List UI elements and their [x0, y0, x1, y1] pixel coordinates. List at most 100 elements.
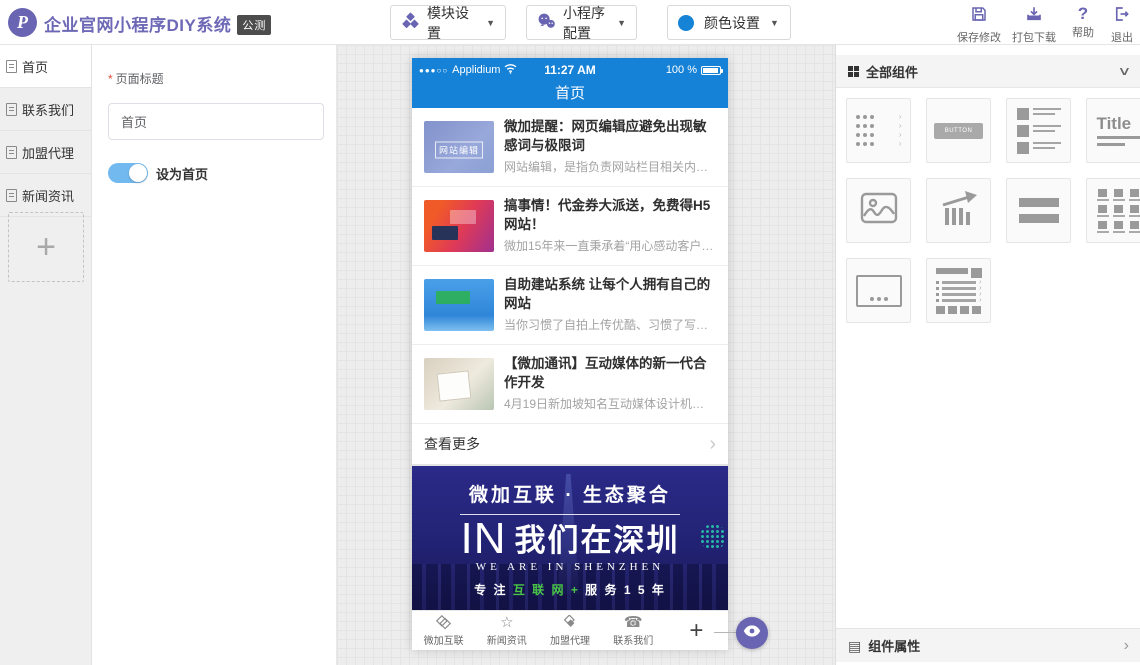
tab-label: 新闻资讯: [487, 632, 527, 647]
promo-banner[interactable]: 微加互联 · 生态聚合 IN 我们在深圳 WE ARE IN SHENZHEN …: [412, 466, 728, 610]
phone-tabbar: 微加互联 ☆ 新闻资讯 加盟代理 ☎ 联系我们 +: [412, 610, 728, 650]
preview-eye-button[interactable]: [736, 617, 768, 649]
save-label: 保存修改: [957, 29, 1001, 45]
app-logo: P: [8, 8, 37, 37]
download-button[interactable]: 打包下载: [1008, 5, 1060, 45]
banner-headline: 微加互联 · 生态聚合: [412, 480, 728, 507]
component-properties-bar[interactable]: ▤ 组件属性 ›: [836, 628, 1140, 662]
tab-news[interactable]: ☆ 新闻资讯: [475, 611, 538, 650]
component-properties-label: 组件属性: [868, 636, 920, 655]
miniprogram-config-dropdown[interactable]: 小程序配置 ▼: [526, 5, 637, 40]
sidebar-item-agency[interactable]: 加盟代理: [0, 131, 91, 174]
battery-icon: [701, 66, 721, 75]
component-card-image[interactable]: [846, 178, 911, 243]
banner-tagline-suffix: 服 务 1 5 年: [580, 583, 666, 597]
news-title: 【微加通讯】互动媒体的新一代合作开发: [504, 354, 716, 392]
banner-tagline: 专 注 互 联 网 + 服 务 1 5 年: [412, 581, 728, 598]
component-card-list[interactable]: › › › ›: [846, 98, 911, 163]
tab-contact[interactable]: ☎ 联系我们: [602, 611, 665, 650]
download-label: 打包下载: [1012, 29, 1056, 45]
phone-icon: ☎: [624, 614, 643, 631]
color-circle-icon: [678, 15, 694, 31]
title-text-component-icon: Title: [1097, 116, 1140, 146]
top-header: P 企业官网小程序DIY系统公测 模块设置 ▼ 小程序配置 ▼ 颜色设置 ▼ 保…: [0, 0, 1140, 45]
chevron-down-icon: ▼: [486, 18, 495, 28]
sidebar-item-news[interactable]: 新闻资讯: [0, 174, 91, 217]
component-card-rich-list[interactable]: › › › ›: [926, 258, 991, 323]
view-more-link[interactable]: 查看更多 ›: [412, 424, 728, 464]
required-mark: *: [108, 72, 113, 86]
carousel-component-icon: [856, 275, 902, 307]
page-title-input[interactable]: [108, 103, 324, 140]
news-thumbnail: 网站编辑: [424, 121, 494, 173]
banner-in-text: IN: [461, 519, 507, 559]
beta-badge: 公测: [237, 15, 271, 35]
page-icon: [6, 103, 17, 116]
tab-add-button[interactable]: +: [665, 611, 728, 650]
page-sidebar: 首页 联系我们 加盟代理 新闻资讯 +: [0, 45, 92, 665]
download-icon: [1025, 5, 1043, 28]
wechat-miniprogram-icon: [537, 12, 556, 34]
tab-label: 微加互联: [424, 632, 464, 647]
news-item[interactable]: 【微加通讯】互动媒体的新一代合作开发 4月19日新加坡知名互动媒体设计机构Pin…: [412, 345, 728, 424]
set-home-toggle[interactable]: [108, 163, 148, 183]
chevron-down-icon: ▼: [617, 18, 626, 28]
battery-percent-label: 100 %: [666, 64, 697, 76]
news-item[interactable]: 网站编辑 微加提醒：网页编辑应避免出现敏感词与极限词 网站编辑，是指负责网站栏目…: [412, 108, 728, 187]
news-thumbnail: [424, 358, 494, 410]
component-card-grid-nine[interactable]: [1086, 178, 1140, 243]
tab-weijia[interactable]: 微加互联: [412, 611, 475, 650]
sidebar-item-contact[interactable]: 联系我们: [0, 88, 91, 131]
dotted-circle-decoration: [700, 524, 726, 550]
component-card-carousel[interactable]: [846, 258, 911, 323]
component-card-button[interactable]: BUTTON: [926, 98, 991, 163]
plus-icon: +: [689, 617, 703, 645]
module-settings-dropdown[interactable]: 模块设置 ▼: [390, 5, 506, 40]
news-summary: 网站编辑，是指负责网站栏目相关内容的...: [504, 158, 716, 175]
add-page-button[interactable]: +: [8, 212, 84, 282]
app-title-text: 企业官网小程序DIY系统: [44, 16, 231, 35]
page-title-label: *页面标题: [108, 70, 164, 87]
tab-label: 加盟代理: [550, 632, 590, 647]
eye-icon: [743, 624, 761, 643]
tab-agency[interactable]: 加盟代理: [538, 611, 601, 650]
page-icon: [6, 146, 17, 159]
banner-bars-component-icon: [1019, 198, 1059, 223]
color-settings-dropdown[interactable]: 颜色设置 ▼: [667, 5, 791, 40]
components-panel-title: 全部组件: [866, 62, 918, 81]
help-button[interactable]: ? 帮助: [1062, 5, 1104, 40]
thumbnail-caption: 网站编辑: [435, 141, 483, 158]
app-logo-letter: P: [17, 12, 28, 33]
page-settings-panel: *页面标题 设为首页: [92, 45, 337, 665]
banner-subtitle: WE ARE IN SHENZHEN: [412, 561, 728, 573]
stats-arrow-component-icon: [939, 190, 979, 231]
phone-nav-title: 首页: [412, 82, 728, 108]
exit-button[interactable]: 退出: [1104, 5, 1140, 45]
grid-nine-component-icon: [1097, 189, 1140, 233]
component-card-image-text-list[interactable]: [1006, 98, 1071, 163]
module-settings-label: 模块设置: [427, 3, 479, 43]
view-more-label: 查看更多: [424, 434, 480, 454]
chevron-right-icon: ›: [709, 434, 716, 454]
component-card-title-text[interactable]: Title: [1086, 98, 1140, 163]
chevron-down-icon: ▼: [770, 18, 779, 28]
component-card-stats-arrow[interactable]: [926, 178, 991, 243]
components-panel-header[interactable]: 全部组件 ∨: [836, 55, 1140, 88]
news-title: 微加提醒：网页编辑应避免出现敏感词与极限词: [504, 117, 716, 155]
save-button[interactable]: 保存修改: [953, 5, 1005, 45]
news-item[interactable]: 搞事情！代金券大派送，免费得H5网站！ 微加15年来一直秉承着“用心感动客户！”…: [412, 187, 728, 266]
page-icon: [6, 60, 17, 73]
toggle-knob: [129, 164, 147, 182]
news-thumbnail: [424, 200, 494, 252]
sidebar-item-home[interactable]: 首页: [0, 45, 91, 88]
phone-preview: ●●●○○ Applidium 11:27 AM 100 % 首页 网站编辑 微…: [412, 58, 728, 650]
chevron-down-icon[interactable]: ∨: [1118, 64, 1132, 78]
plus-icon: +: [36, 228, 56, 267]
chevron-right-icon: ›: [1124, 637, 1129, 655]
carrier-label: Applidium: [452, 64, 500, 76]
component-card-banner-bars[interactable]: [1006, 178, 1071, 243]
rich-list-component-icon: › › › ›: [936, 268, 982, 314]
news-item[interactable]: 自助建站系统 让每个人拥有自己的网站 当你习惯了自拍上传优酷、习惯了写点小...: [412, 266, 728, 345]
sidebar-item-label: 联系我们: [22, 100, 74, 119]
news-summary: 当你习惯了自拍上传优酷、习惯了写点小...: [504, 316, 716, 333]
